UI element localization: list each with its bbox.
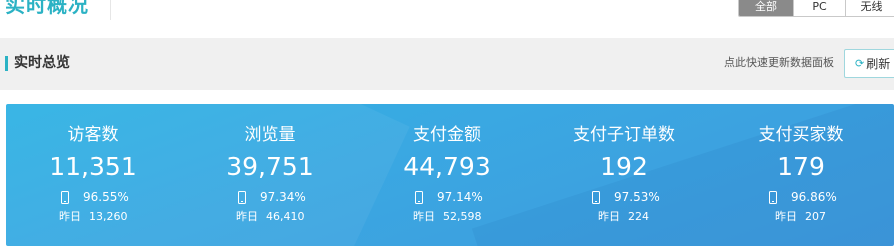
wireless-share: 97.14% [415,189,483,205]
metric-value: 11,351 [49,152,137,181]
wireless-share: 96.55% [61,189,129,205]
mobile-phone-icon [61,190,69,204]
overview-header: 实时总览 点此快速更新数据面板 ⟳ 刷新 [0,38,894,90]
wireless-share: 97.53% [592,189,660,205]
segment-wireless-button[interactable]: 无线 [845,0,894,16]
metric-label: 支付子订单数 [573,125,675,145]
yesterday-row: 昨日 13,260 [59,210,128,224]
refresh-button[interactable]: ⟳ 刷新 [844,49,894,78]
mobile-phone-icon [592,190,600,204]
wireless-percent: 97.53% [614,190,660,204]
metric-label: 浏览量 [244,125,296,145]
yesterday-value: 224 [628,210,649,223]
metric-payment-amount: 支付金额 44,793 97.14% 昨日 52,598 [362,104,532,246]
yesterday-row: 昨日 46,410 [236,210,305,224]
yesterday-label: 昨日 [59,210,81,223]
page-title: 实时概况 [5,0,89,17]
metric-value: 39,751 [226,152,314,181]
device-segment-control: 全部 PC 无线 [738,0,894,17]
wireless-share: 97.34% [238,189,306,205]
refresh-icon: ⟳ [855,57,865,70]
yesterday-value: 13,260 [89,210,128,223]
refresh-label: 刷新 [866,57,891,71]
section-accent-bar [5,56,8,71]
refresh-hint: 点此快速更新数据面板 [724,56,834,69]
wireless-percent: 96.55% [83,190,129,204]
metric-label: 访客数 [67,125,119,145]
mobile-phone-icon [769,190,777,204]
yesterday-value: 207 [805,210,826,223]
yesterday-label: 昨日 [775,210,797,223]
yesterday-label: 昨日 [413,210,435,223]
mobile-phone-icon [238,190,246,204]
metric-value: 44,793 [403,152,491,181]
yesterday-row: 昨日 52,598 [413,210,482,224]
metric-paid-suborders: 支付子订单数 192 97.53% 昨日 224 [539,104,709,246]
yesterday-label: 昨日 [236,210,258,223]
yesterday-label: 昨日 [598,210,620,223]
segment-pc-button[interactable]: PC [793,0,845,16]
yesterday-row: 昨日 207 [775,210,826,224]
realtime-metrics-panel: 访客数 11,351 96.55% 昨日 13,260 浏览量 39,751 9… [6,104,894,246]
yesterday-value: 52,598 [443,210,482,223]
metric-paid-buyers: 支付买家数 179 96.86% 昨日 207 [716,104,886,246]
metric-pageviews: 浏览量 39,751 97.34% 昨日 46,410 [185,104,355,246]
metric-label: 支付买家数 [758,125,844,145]
wireless-percent: 96.86% [791,190,837,204]
title-divider [110,0,111,20]
wireless-percent: 97.34% [260,190,306,204]
metric-value: 179 [777,152,825,181]
metric-visitors: 访客数 11,351 96.55% 昨日 13,260 [8,104,178,246]
metric-value: 192 [600,152,648,181]
section-title: 实时总览 [14,55,70,71]
yesterday-value: 46,410 [266,210,305,223]
top-bar: 实时概况 全部 PC 无线 [0,0,894,36]
mobile-phone-icon [415,190,423,204]
segment-all-button[interactable]: 全部 [739,0,793,16]
yesterday-row: 昨日 224 [598,210,649,224]
wireless-share: 96.86% [769,189,837,205]
metric-label: 支付金额 [413,125,481,145]
wireless-percent: 97.14% [437,190,483,204]
